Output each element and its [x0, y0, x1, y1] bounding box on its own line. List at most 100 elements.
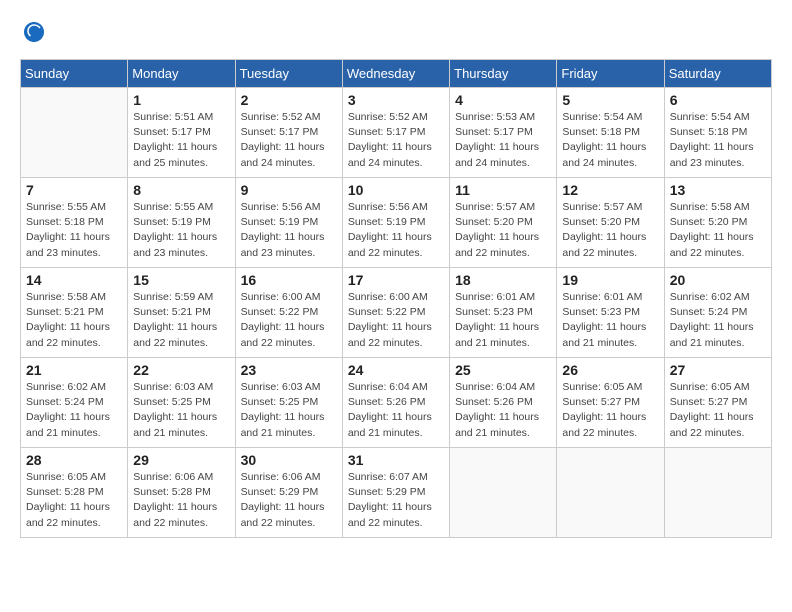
day-number: 9: [241, 182, 337, 198]
day-info: Sunrise: 5:55 AM Sunset: 5:18 PM Dayligh…: [26, 200, 122, 261]
day-number: 26: [562, 362, 658, 378]
day-number: 3: [348, 92, 444, 108]
calendar-cell: 6 Sunrise: 5:54 AM Sunset: 5:18 PM Daylig…: [664, 88, 771, 178]
calendar-cell: 14 Sunrise: 5:58 AM Sunset: 5:21 PM Dayli…: [21, 268, 128, 358]
day-number: 24: [348, 362, 444, 378]
column-header-monday: Monday: [128, 60, 235, 88]
day-info: Sunrise: 5:58 AM Sunset: 5:20 PM Dayligh…: [670, 200, 766, 261]
day-number: 8: [133, 182, 229, 198]
day-number: 19: [562, 272, 658, 288]
day-number: 25: [455, 362, 551, 378]
day-number: 23: [241, 362, 337, 378]
day-info: Sunrise: 5:54 AM Sunset: 5:18 PM Dayligh…: [562, 110, 658, 171]
page-header: [20, 20, 772, 49]
day-number: 30: [241, 452, 337, 468]
calendar-week-row: 14 Sunrise: 5:58 AM Sunset: 5:21 PM Dayli…: [21, 268, 772, 358]
day-info: Sunrise: 5:52 AM Sunset: 5:17 PM Dayligh…: [348, 110, 444, 171]
calendar-cell: 23 Sunrise: 6:03 AM Sunset: 5:25 PM Dayli…: [235, 358, 342, 448]
day-info: Sunrise: 6:06 AM Sunset: 5:28 PM Dayligh…: [133, 470, 229, 531]
day-number: 5: [562, 92, 658, 108]
day-info: Sunrise: 5:59 AM Sunset: 5:21 PM Dayligh…: [133, 290, 229, 351]
calendar-week-row: 7 Sunrise: 5:55 AM Sunset: 5:18 PM Daylig…: [21, 178, 772, 268]
day-number: 18: [455, 272, 551, 288]
calendar-week-row: 21 Sunrise: 6:02 AM Sunset: 5:24 PM Dayli…: [21, 358, 772, 448]
day-info: Sunrise: 6:00 AM Sunset: 5:22 PM Dayligh…: [348, 290, 444, 351]
day-info: Sunrise: 6:02 AM Sunset: 5:24 PM Dayligh…: [670, 290, 766, 351]
column-header-thursday: Thursday: [450, 60, 557, 88]
day-number: 22: [133, 362, 229, 378]
day-number: 14: [26, 272, 122, 288]
calendar-cell: 26 Sunrise: 6:05 AM Sunset: 5:27 PM Dayli…: [557, 358, 664, 448]
calendar-cell: [450, 448, 557, 538]
day-info: Sunrise: 5:57 AM Sunset: 5:20 PM Dayligh…: [455, 200, 551, 261]
calendar-cell: 15 Sunrise: 5:59 AM Sunset: 5:21 PM Dayli…: [128, 268, 235, 358]
column-header-friday: Friday: [557, 60, 664, 88]
column-header-tuesday: Tuesday: [235, 60, 342, 88]
day-info: Sunrise: 5:54 AM Sunset: 5:18 PM Dayligh…: [670, 110, 766, 171]
calendar-cell: 7 Sunrise: 5:55 AM Sunset: 5:18 PM Daylig…: [21, 178, 128, 268]
day-number: 21: [26, 362, 122, 378]
day-number: 7: [26, 182, 122, 198]
calendar-cell: 19 Sunrise: 6:01 AM Sunset: 5:23 PM Dayli…: [557, 268, 664, 358]
calendar-cell: 31Sunrise: 6:07 AM Sunset: 5:29 PM Dayli…: [342, 448, 449, 538]
day-info: Sunrise: 6:02 AM Sunset: 5:24 PM Dayligh…: [26, 380, 122, 441]
day-info: Sunrise: 5:57 AM Sunset: 5:20 PM Dayligh…: [562, 200, 658, 261]
day-info: Sunrise: 6:05 AM Sunset: 5:27 PM Dayligh…: [670, 380, 766, 441]
day-number: 1: [133, 92, 229, 108]
calendar-table: SundayMondayTuesdayWednesdayThursdayFrid…: [20, 59, 772, 538]
column-header-sunday: Sunday: [21, 60, 128, 88]
calendar-cell: 5 Sunrise: 5:54 AM Sunset: 5:18 PM Daylig…: [557, 88, 664, 178]
calendar-cell: 2 Sunrise: 5:52 AM Sunset: 5:17 PM Daylig…: [235, 88, 342, 178]
day-number: 20: [670, 272, 766, 288]
day-info: Sunrise: 6:01 AM Sunset: 5:23 PM Dayligh…: [455, 290, 551, 351]
day-number: 13: [670, 182, 766, 198]
day-number: 15: [133, 272, 229, 288]
calendar-cell: 27Sunrise: 6:05 AM Sunset: 5:27 PM Dayli…: [664, 358, 771, 448]
day-number: 29: [133, 452, 229, 468]
calendar-cell: 25 Sunrise: 6:04 AM Sunset: 5:26 PM Dayli…: [450, 358, 557, 448]
calendar-cell: 20 Sunrise: 6:02 AM Sunset: 5:24 PM Dayli…: [664, 268, 771, 358]
day-number: 12: [562, 182, 658, 198]
day-info: Sunrise: 6:03 AM Sunset: 5:25 PM Dayligh…: [133, 380, 229, 441]
day-info: Sunrise: 5:53 AM Sunset: 5:17 PM Dayligh…: [455, 110, 551, 171]
calendar-cell: 17Sunrise: 6:00 AM Sunset: 5:22 PM Dayli…: [342, 268, 449, 358]
calendar-cell: 24 Sunrise: 6:04 AM Sunset: 5:26 PM Dayli…: [342, 358, 449, 448]
day-info: Sunrise: 6:04 AM Sunset: 5:26 PM Dayligh…: [348, 380, 444, 441]
calendar-cell: 18 Sunrise: 6:01 AM Sunset: 5:23 PM Dayli…: [450, 268, 557, 358]
calendar-cell: 12 Sunrise: 5:57 AM Sunset: 5:20 PM Dayli…: [557, 178, 664, 268]
calendar-cell: 3 Sunrise: 5:52 AM Sunset: 5:17 PM Daylig…: [342, 88, 449, 178]
day-info: Sunrise: 6:03 AM Sunset: 5:25 PM Dayligh…: [241, 380, 337, 441]
calendar-cell: 28Sunrise: 6:05 AM Sunset: 5:28 PM Dayli…: [21, 448, 128, 538]
logo: [20, 20, 46, 49]
day-info: Sunrise: 6:05 AM Sunset: 5:27 PM Dayligh…: [562, 380, 658, 441]
calendar-cell: 16 Sunrise: 6:00 AM Sunset: 5:22 PM Dayli…: [235, 268, 342, 358]
calendar-cell: 9Sunrise: 5:56 AM Sunset: 5:19 PM Daylig…: [235, 178, 342, 268]
calendar-cell: [21, 88, 128, 178]
day-info: Sunrise: 5:58 AM Sunset: 5:21 PM Dayligh…: [26, 290, 122, 351]
day-info: Sunrise: 6:00 AM Sunset: 5:22 PM Dayligh…: [241, 290, 337, 351]
logo-icon: [22, 20, 46, 44]
calendar-cell: 4Sunrise: 5:53 AM Sunset: 5:17 PM Daylig…: [450, 88, 557, 178]
calendar-cell: 21 Sunrise: 6:02 AM Sunset: 5:24 PM Dayli…: [21, 358, 128, 448]
calendar-cell: 11 Sunrise: 5:57 AM Sunset: 5:20 PM Dayli…: [450, 178, 557, 268]
day-number: 16: [241, 272, 337, 288]
day-info: Sunrise: 5:55 AM Sunset: 5:19 PM Dayligh…: [133, 200, 229, 261]
day-info: Sunrise: 5:52 AM Sunset: 5:17 PM Dayligh…: [241, 110, 337, 171]
day-number: 10: [348, 182, 444, 198]
day-number: 28: [26, 452, 122, 468]
day-number: 11: [455, 182, 551, 198]
calendar-week-row: 28Sunrise: 6:05 AM Sunset: 5:28 PM Dayli…: [21, 448, 772, 538]
calendar-cell: 30Sunrise: 6:06 AM Sunset: 5:29 PM Dayli…: [235, 448, 342, 538]
calendar-cell: [664, 448, 771, 538]
column-header-saturday: Saturday: [664, 60, 771, 88]
day-number: 6: [670, 92, 766, 108]
day-number: 2: [241, 92, 337, 108]
column-header-wednesday: Wednesday: [342, 60, 449, 88]
day-info: Sunrise: 6:04 AM Sunset: 5:26 PM Dayligh…: [455, 380, 551, 441]
calendar-cell: 10Sunrise: 5:56 AM Sunset: 5:19 PM Dayli…: [342, 178, 449, 268]
calendar-cell: 8 Sunrise: 5:55 AM Sunset: 5:19 PM Daylig…: [128, 178, 235, 268]
day-number: 31: [348, 452, 444, 468]
calendar-cell: 29 Sunrise: 6:06 AM Sunset: 5:28 PM Dayli…: [128, 448, 235, 538]
day-info: Sunrise: 6:01 AM Sunset: 5:23 PM Dayligh…: [562, 290, 658, 351]
day-info: Sunrise: 5:51 AM Sunset: 5:17 PM Dayligh…: [133, 110, 229, 171]
